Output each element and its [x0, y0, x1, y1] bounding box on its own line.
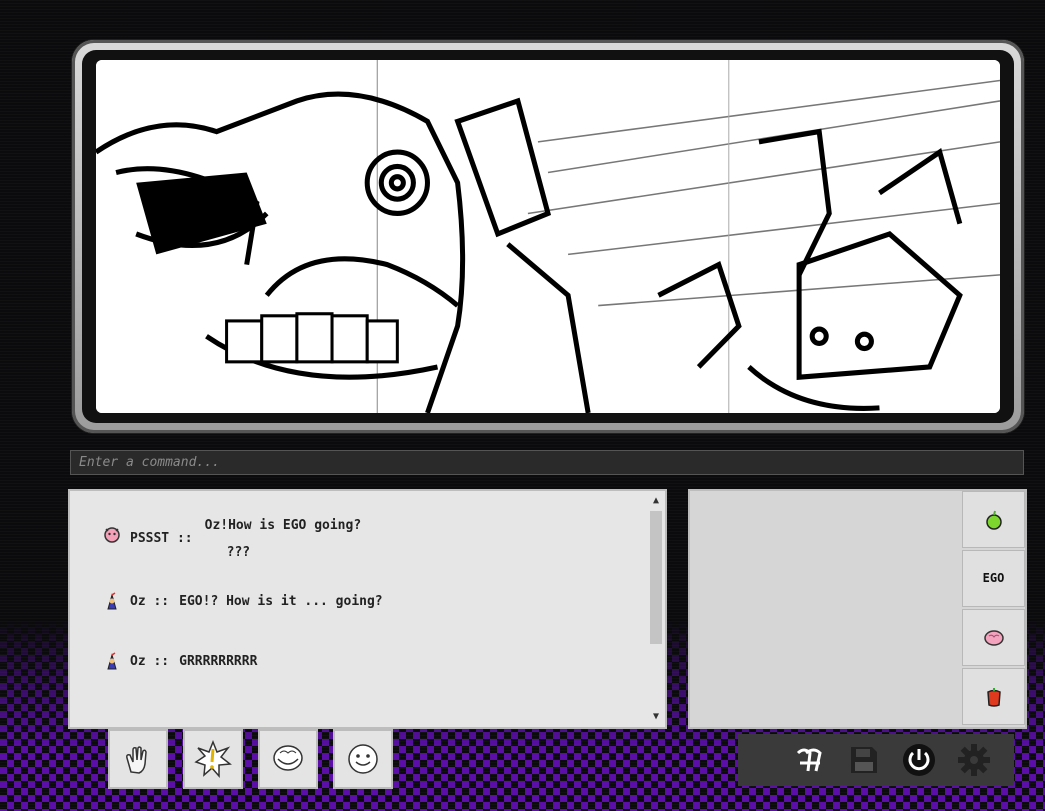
logo-button[interactable] — [791, 742, 827, 778]
settings-icon — [958, 744, 990, 776]
alert-icon — [194, 740, 232, 778]
scroll-down-icon[interactable]: ▼ — [647, 709, 665, 725]
oz-figure-icon — [107, 652, 117, 670]
screen-frame — [72, 40, 1024, 433]
apple-icon — [985, 510, 1002, 530]
message-log-content: PSSST :: Oz!How is EGO going? ??? Oz :: … — [70, 491, 647, 727]
action-hand-button[interactable] — [108, 729, 168, 789]
scene-viewport[interactable] — [96, 60, 1000, 413]
red-pepper-icon — [986, 687, 1001, 707]
brain-icon — [983, 629, 1004, 646]
mouth-icon — [273, 745, 303, 771]
scene-illustration — [96, 60, 1000, 413]
log-text: EGO!? How is it ... going? — [179, 594, 383, 609]
action-face-button[interactable] — [333, 729, 393, 789]
save-icon — [851, 747, 877, 773]
log-entry: Oz :: GRRRRRRRRR — [102, 652, 258, 672]
inventory-slot-brain[interactable] — [962, 609, 1025, 666]
scroll-up-icon[interactable]: ▲ — [647, 493, 665, 509]
action-alert-button[interactable] — [183, 729, 243, 789]
logo-icon — [796, 748, 822, 772]
command-input[interactable] — [70, 450, 1024, 475]
power-button[interactable] — [901, 742, 937, 778]
log-text: GRRRRRRRRR — [179, 654, 258, 669]
message-log[interactable]: PSSST :: Oz!How is EGO going? ??? Oz :: … — [68, 489, 667, 729]
ego-icon: EGO — [982, 571, 1005, 585]
face-icon — [348, 744, 378, 774]
log-speaker: Oz :: — [130, 594, 170, 609]
scroll-thumb[interactable] — [650, 511, 662, 644]
system-toolbar — [738, 734, 1014, 786]
log-text: Oz!How is EGO going? — [204, 518, 362, 533]
screen-bezel — [82, 50, 1014, 423]
power-icon — [903, 744, 935, 776]
inventory-slot-pepper[interactable] — [962, 668, 1025, 725]
action-mouth-button[interactable] — [258, 729, 318, 789]
log-text: ??? — [226, 545, 251, 560]
log-entry: Oz :: EGO!? How is it ... going? — [102, 592, 383, 612]
oz-figure-icon — [107, 592, 117, 610]
pink-creature-icon — [104, 527, 120, 543]
inventory-slot-apple[interactable] — [962, 491, 1025, 548]
hand-icon — [126, 746, 147, 774]
log-entry: PSSST :: Oz!How is EGO going? ??? — [102, 518, 361, 560]
settings-button[interactable] — [956, 742, 992, 778]
log-speaker: PSSST :: — [130, 531, 193, 546]
log-scrollbar[interactable]: ▲ ▼ — [647, 491, 665, 727]
log-speaker: Oz :: — [130, 654, 170, 669]
inventory-slot-ego[interactable]: EGO — [962, 550, 1025, 607]
save-button[interactable] — [846, 742, 882, 778]
inventory-panel: EGO — [688, 489, 1027, 729]
